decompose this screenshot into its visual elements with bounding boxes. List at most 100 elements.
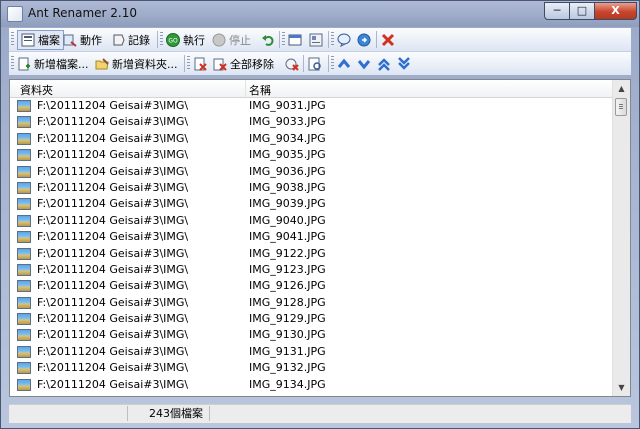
title-bar[interactable]: Ant Renamer 2.10 ─ □ X bbox=[1, 1, 639, 27]
exit-icon[interactable] bbox=[381, 31, 395, 49]
image-file-icon bbox=[17, 280, 31, 293]
stop-button[interactable]: 停止 bbox=[212, 31, 251, 49]
cell-folder: F:\20111204 Geisai#3\IMG\ bbox=[37, 279, 189, 293]
table-row[interactable]: F:\20111204 Geisai#3\IMG\ IMG_9131.JPG bbox=[10, 344, 613, 360]
app-icon bbox=[7, 6, 23, 22]
table-row[interactable]: F:\20111204 Geisai#3\IMG\ IMG_9041.JPG bbox=[10, 229, 613, 245]
table-row[interactable]: F:\20111204 Geisai#3\IMG\ IMG_9130.JPG bbox=[10, 327, 613, 343]
cell-name: IMG_9132.JPG bbox=[249, 361, 326, 375]
file-list[interactable]: 資料夾 名稱 F:\20111204 Geisai#3\IMG\ IMG_9031… bbox=[9, 79, 631, 397]
toolbar-grip[interactable] bbox=[11, 56, 14, 71]
cell-name: IMG_9036.JPG bbox=[249, 164, 326, 178]
stop-label: 停止 bbox=[229, 34, 251, 47]
cell-folder: F:\20111204 Geisai#3\IMG\ bbox=[37, 344, 189, 358]
cell-folder: F:\20111204 Geisai#3\IMG\ bbox=[37, 213, 189, 227]
column-header-folder[interactable]: 資料夾 bbox=[20, 82, 53, 98]
image-file-icon bbox=[17, 100, 31, 112]
column-header-name[interactable]: 名稱 bbox=[249, 82, 271, 98]
remove-all-icon bbox=[213, 57, 227, 71]
log-tab-button[interactable]: 記錄 bbox=[111, 31, 150, 49]
cell-folder: F:\20111204 Geisai#3\IMG\ bbox=[37, 246, 189, 260]
stop-icon bbox=[212, 33, 226, 47]
help-icon[interactable] bbox=[337, 31, 351, 49]
cell-name: IMG_9131.JPG bbox=[249, 344, 326, 358]
image-file-icon bbox=[17, 132, 31, 145]
move-bottom-icon[interactable] bbox=[397, 55, 411, 73]
image-file-icon bbox=[17, 149, 31, 162]
table-row[interactable]: F:\20111204 Geisai#3\IMG\ IMG_9033.JPG bbox=[10, 114, 613, 130]
options-icon[interactable] bbox=[309, 31, 323, 49]
vertical-scrollbar[interactable]: ▲ ▼ bbox=[612, 80, 630, 396]
remove-all-button[interactable]: 全部移除 bbox=[213, 55, 274, 73]
scroll-up-icon[interactable]: ▲ bbox=[614, 81, 629, 96]
cell-folder: F:\20111204 Geisai#3\IMG\ bbox=[37, 131, 189, 145]
actions-tab-button[interactable]: 動作 bbox=[63, 31, 102, 49]
actions-icon bbox=[63, 33, 77, 47]
add-folders-button[interactable]: 新增資料夾... bbox=[95, 55, 178, 73]
files-icon bbox=[21, 33, 35, 47]
preview-icon[interactable] bbox=[308, 55, 322, 73]
cell-name: IMG_9040.JPG bbox=[249, 213, 326, 227]
table-row[interactable]: F:\20111204 Geisai#3\IMG\ IMG_9123.JPG bbox=[10, 262, 613, 278]
move-top-icon[interactable] bbox=[377, 55, 391, 73]
status-bar: 243個檔案 bbox=[9, 404, 631, 423]
image-file-icon bbox=[17, 165, 31, 178]
files-tab-button[interactable]: 檔案 bbox=[17, 30, 64, 50]
toolbar-grip[interactable] bbox=[331, 32, 334, 47]
add-folders-label: 新增資料夾... bbox=[112, 58, 178, 71]
image-file-icon bbox=[17, 378, 31, 391]
toolbar-grip[interactable] bbox=[11, 32, 14, 47]
table-row[interactable]: F:\20111204 Geisai#3\IMG\ IMG_9035.JPG bbox=[10, 147, 613, 163]
image-file-icon bbox=[17, 263, 31, 276]
window-icon[interactable] bbox=[288, 31, 302, 49]
files-tab-label: 檔案 bbox=[38, 34, 60, 47]
image-file-icon bbox=[17, 362, 31, 375]
move-up-icon[interactable] bbox=[337, 55, 351, 73]
status-panel-extra bbox=[211, 406, 291, 421]
table-row[interactable]: F:\20111204 Geisai#3\IMG\ IMG_9031.JPG bbox=[10, 98, 613, 114]
scroll-thumb[interactable] bbox=[615, 98, 627, 116]
image-file-icon bbox=[17, 313, 31, 326]
toolbar-grip[interactable] bbox=[282, 32, 285, 47]
toolbar-grip[interactable] bbox=[160, 32, 163, 47]
table-row[interactable]: F:\20111204 Geisai#3\IMG\ IMG_9129.JPG bbox=[10, 311, 613, 327]
add-files-button[interactable]: 新增檔案... bbox=[17, 55, 89, 73]
cell-name: IMG_9134.JPG bbox=[249, 377, 326, 391]
table-row[interactable]: F:\20111204 Geisai#3\IMG\ IMG_9040.JPG bbox=[10, 213, 613, 229]
main-toolbar: 檔案 動作 記錄 GO 執行 停止 bbox=[9, 28, 631, 52]
table-row[interactable]: F:\20111204 Geisai#3\IMG\ IMG_9039.JPG bbox=[10, 196, 613, 212]
log-icon bbox=[111, 33, 125, 47]
remove-selected-icon[interactable] bbox=[193, 55, 207, 73]
svg-text:GO: GO bbox=[168, 38, 178, 45]
about-icon[interactable] bbox=[357, 31, 371, 49]
table-row[interactable]: F:\20111204 Geisai#3\IMG\ IMG_9122.JPG bbox=[10, 246, 613, 262]
table-row[interactable]: F:\20111204 Geisai#3\IMG\ IMG_9128.JPG bbox=[10, 295, 613, 311]
maximize-button[interactable]: □ bbox=[569, 2, 595, 20]
undo-icon[interactable] bbox=[261, 31, 275, 49]
run-button[interactable]: GO 執行 bbox=[166, 31, 205, 49]
column-divider[interactable] bbox=[245, 80, 246, 97]
table-row[interactable]: F:\20111204 Geisai#3\IMG\ IMG_9134.JPG bbox=[10, 377, 613, 393]
table-row[interactable]: F:\20111204 Geisai#3\IMG\ IMG_9126.JPG bbox=[10, 278, 613, 294]
scroll-down-icon[interactable]: ▼ bbox=[614, 380, 629, 395]
image-file-icon bbox=[17, 247, 31, 260]
toolbar-separator bbox=[328, 31, 329, 48]
move-down-icon[interactable] bbox=[357, 55, 371, 73]
files-toolbar: 新增檔案... 新增資料夾... 全部移除 bbox=[9, 52, 631, 75]
table-row[interactable]: F:\20111204 Geisai#3\IMG\ IMG_9132.JPG bbox=[10, 360, 613, 376]
cell-folder: F:\20111204 Geisai#3\IMG\ bbox=[37, 99, 189, 112]
minimize-button[interactable]: ─ bbox=[544, 2, 570, 20]
table-row[interactable]: F:\20111204 Geisai#3\IMG\ IMG_9034.JPG bbox=[10, 131, 613, 147]
toolbar-grip[interactable] bbox=[331, 56, 334, 71]
add-folder-icon bbox=[95, 57, 109, 71]
cell-name: IMG_9129.JPG bbox=[249, 312, 326, 326]
image-file-icon bbox=[17, 214, 31, 227]
table-row[interactable]: F:\20111204 Geisai#3\IMG\ IMG_9038.JPG bbox=[10, 180, 613, 196]
table-row[interactable]: F:\20111204 Geisai#3\IMG\ IMG_9036.JPG bbox=[10, 164, 613, 180]
remove-dead-icon[interactable] bbox=[285, 55, 299, 73]
close-button[interactable]: X bbox=[594, 2, 637, 20]
go-icon: GO bbox=[166, 33, 180, 47]
toolbar-grip[interactable] bbox=[187, 56, 190, 71]
image-file-icon bbox=[17, 181, 31, 194]
run-label: 執行 bbox=[183, 34, 205, 47]
